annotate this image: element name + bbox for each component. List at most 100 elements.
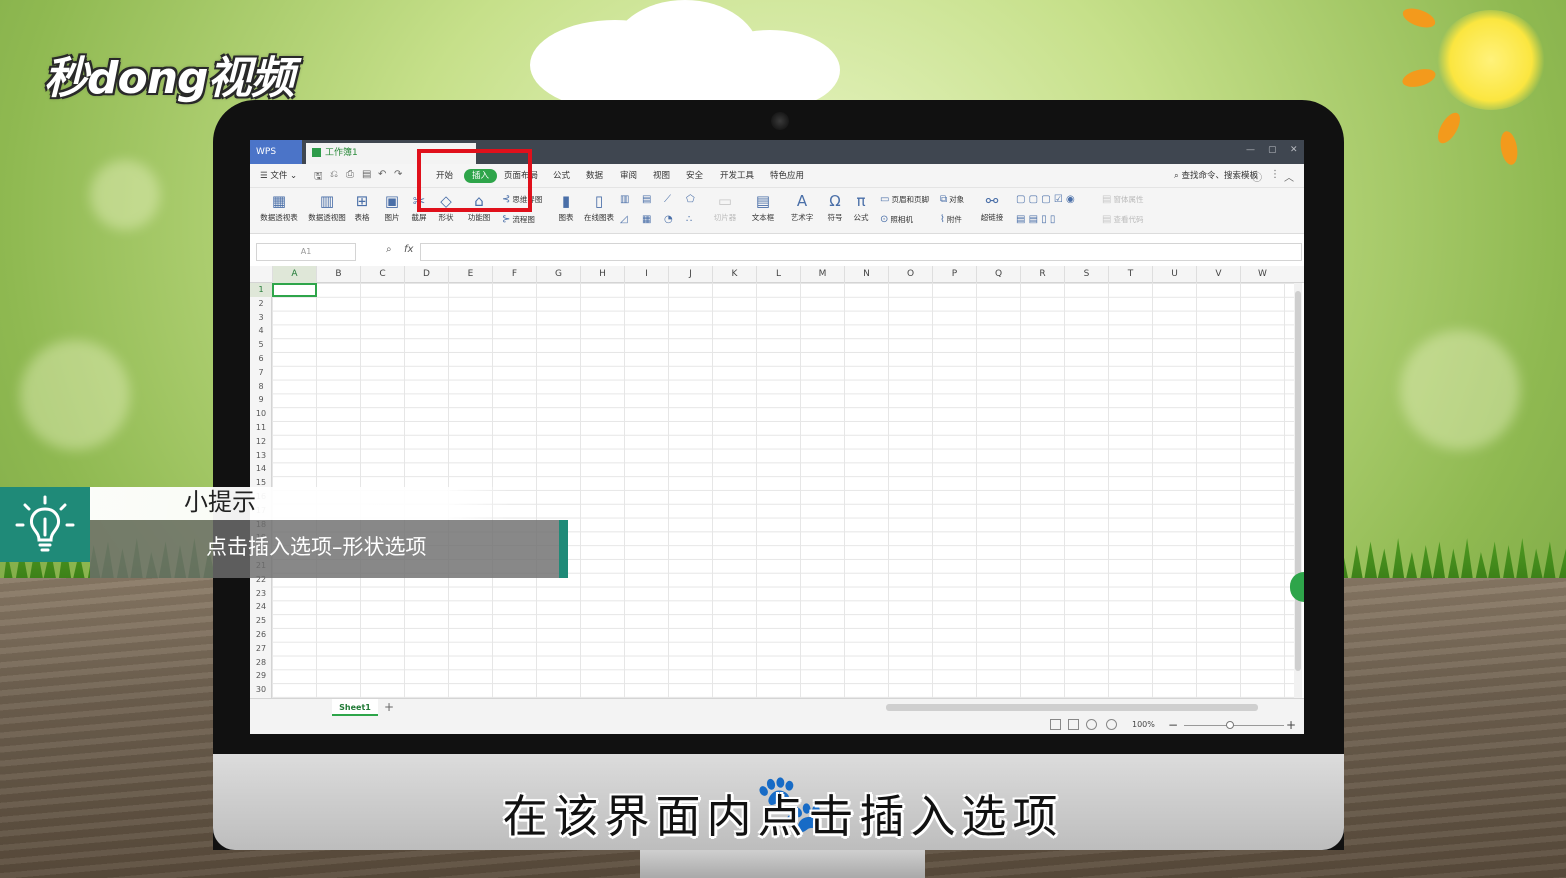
row-header[interactable]: 23: [250, 587, 272, 601]
column-header[interactable]: S: [1064, 266, 1108, 283]
sheet-tab-sheet1[interactable]: Sheet1: [332, 699, 378, 716]
menu-file[interactable]: ☰ 文件 ⌄: [260, 164, 297, 188]
hyperlink-button[interactable]: ⚯ 超链接: [976, 192, 1008, 223]
menu-developer[interactable]: 开发工具: [720, 164, 754, 188]
undo-icon[interactable]: ↶: [378, 169, 386, 180]
menu-formula[interactable]: 公式: [553, 164, 570, 188]
normal-view-icon[interactable]: [1050, 719, 1061, 730]
wordart-button[interactable]: A 艺术字: [786, 192, 818, 223]
column-header[interactable]: O: [888, 266, 932, 283]
row-header[interactable]: 25: [250, 614, 272, 628]
online-chart-button[interactable]: ▯ 在线图表: [580, 192, 618, 223]
row-header[interactable]: 8: [250, 380, 272, 394]
form-control-icon[interactable]: ▢ ▢ ▢ ☑ ◉: [1016, 194, 1077, 205]
row-header[interactable]: 6: [250, 352, 272, 366]
form-control-icon[interactable]: ▤ ▤ ▯ ▯: [1016, 214, 1057, 225]
zoom-level[interactable]: 100%: [1132, 716, 1155, 734]
zoom-slider-handle[interactable]: [1226, 721, 1234, 729]
command-search[interactable]: ⌕ 查找命令、搜索模板: [1174, 164, 1258, 188]
camera-button[interactable]: ⊙ 照相机: [880, 214, 913, 225]
pivot-table-button[interactable]: ▦ 数据透视表: [256, 192, 302, 223]
scroll-thumb[interactable]: [1295, 291, 1301, 671]
row-header[interactable]: 24: [250, 600, 272, 614]
menu-view[interactable]: 视图: [653, 164, 670, 188]
row-header[interactable]: 4: [250, 324, 272, 338]
wps-app-tab[interactable]: WPS: [250, 140, 302, 164]
name-box[interactable]: A1: [256, 243, 356, 261]
column-header[interactable]: V: [1196, 266, 1240, 283]
column-header[interactable]: W: [1240, 266, 1284, 283]
picture-button[interactable]: ▣ 图片: [380, 192, 404, 223]
attachment-button[interactable]: ⌇ 附件: [940, 214, 962, 225]
column-header[interactable]: U: [1152, 266, 1196, 283]
column-header[interactable]: P: [932, 266, 976, 283]
bar-chart-small-icon[interactable]: ▤: [642, 194, 653, 205]
row-header[interactable]: 27: [250, 642, 272, 656]
close-icon[interactable]: ✕: [1290, 145, 1298, 155]
zoom-out-button[interactable]: −: [1168, 716, 1178, 734]
save-icon[interactable]: 🖫: [314, 169, 323, 186]
menu-data[interactable]: 数据: [586, 164, 603, 188]
pivot-chart-button[interactable]: ▥ 数据透视图: [304, 192, 350, 223]
vertical-scrollbar[interactable]: [1294, 283, 1302, 698]
scatter-chart-icon[interactable]: ∴: [686, 214, 694, 225]
row-header[interactable]: 14: [250, 462, 272, 476]
print-icon[interactable]: ⎙: [346, 169, 354, 180]
symbol-button[interactable]: Ω 符号: [824, 192, 846, 223]
more-icon[interactable]: ⋮: [1270, 169, 1280, 180]
collapse-ribbon-icon[interactable]: ︿: [1284, 169, 1294, 184]
row-header[interactable]: 28: [250, 656, 272, 670]
column-header[interactable]: M: [800, 266, 844, 283]
page-break-view-icon[interactable]: [1068, 719, 1079, 730]
row-header[interactable]: 11: [250, 421, 272, 435]
row-header[interactable]: 10: [250, 407, 272, 421]
table-button[interactable]: ⊞ 表格: [350, 192, 374, 223]
reading-mode-icon[interactable]: [1086, 719, 1097, 730]
column-chart-icon[interactable]: ▥: [620, 194, 631, 205]
menu-review[interactable]: 审阅: [620, 164, 637, 188]
row-header[interactable]: 13: [250, 449, 272, 463]
pie-chart-icon[interactable]: ◔: [664, 214, 675, 225]
column-header[interactable]: N: [844, 266, 888, 283]
select-all-corner[interactable]: [250, 266, 272, 283]
row-header[interactable]: 30: [250, 683, 272, 697]
column-header[interactable]: Q: [976, 266, 1020, 283]
column-header[interactable]: F: [492, 266, 536, 283]
line-chart-icon[interactable]: ⟋: [664, 194, 673, 205]
row-header[interactable]: 2: [250, 297, 272, 311]
column-header[interactable]: J: [668, 266, 712, 283]
stock-chart-icon[interactable]: ▦: [642, 214, 653, 225]
column-header[interactable]: D: [404, 266, 448, 283]
row-header[interactable]: 7: [250, 366, 272, 380]
header-footer-button[interactable]: ▭ 页眉和页脚: [880, 194, 929, 205]
column-header[interactable]: I: [624, 266, 668, 283]
horizontal-scrollbar[interactable]: [886, 704, 1258, 711]
redo-icon[interactable]: ↷: [394, 169, 402, 180]
zoom-lens-icon[interactable]: ⌕: [386, 244, 392, 255]
chart-button[interactable]: ▮ 图表: [554, 192, 578, 223]
print-preview-icon[interactable]: ▤: [362, 169, 371, 180]
column-header[interactable]: B: [316, 266, 360, 283]
menu-special-apps[interactable]: 特色应用: [770, 164, 804, 188]
textbox-button[interactable]: ▤ 文本框: [748, 192, 778, 223]
flowchart-button[interactable]: ⊱ 流程图: [502, 214, 535, 225]
area-chart-icon[interactable]: ◿: [620, 214, 630, 225]
eye-protection-icon[interactable]: [1106, 719, 1117, 730]
add-sheet-button[interactable]: +: [384, 699, 394, 716]
maximize-icon[interactable]: ▢: [1268, 145, 1277, 155]
column-header[interactable]: L: [756, 266, 800, 283]
zoom-slider-track[interactable]: [1184, 725, 1284, 726]
redo-history-icon[interactable]: ⎌: [330, 169, 338, 180]
column-header[interactable]: H: [580, 266, 624, 283]
formula-button[interactable]: π 公式: [850, 192, 872, 223]
fx-icon[interactable]: fx: [404, 244, 413, 255]
object-button[interactable]: ⧉ 对象: [940, 194, 964, 205]
menu-security[interactable]: 安全: [686, 164, 703, 188]
row-header[interactable]: 1: [250, 283, 272, 297]
column-header[interactable]: T: [1108, 266, 1152, 283]
slicer-button[interactable]: ▭ 切片器: [712, 192, 738, 223]
row-header[interactable]: 26: [250, 628, 272, 642]
row-header[interactable]: 9: [250, 393, 272, 407]
column-header[interactable]: E: [448, 266, 492, 283]
form-properties-button[interactable]: ▤ 窗体属性: [1102, 194, 1143, 205]
